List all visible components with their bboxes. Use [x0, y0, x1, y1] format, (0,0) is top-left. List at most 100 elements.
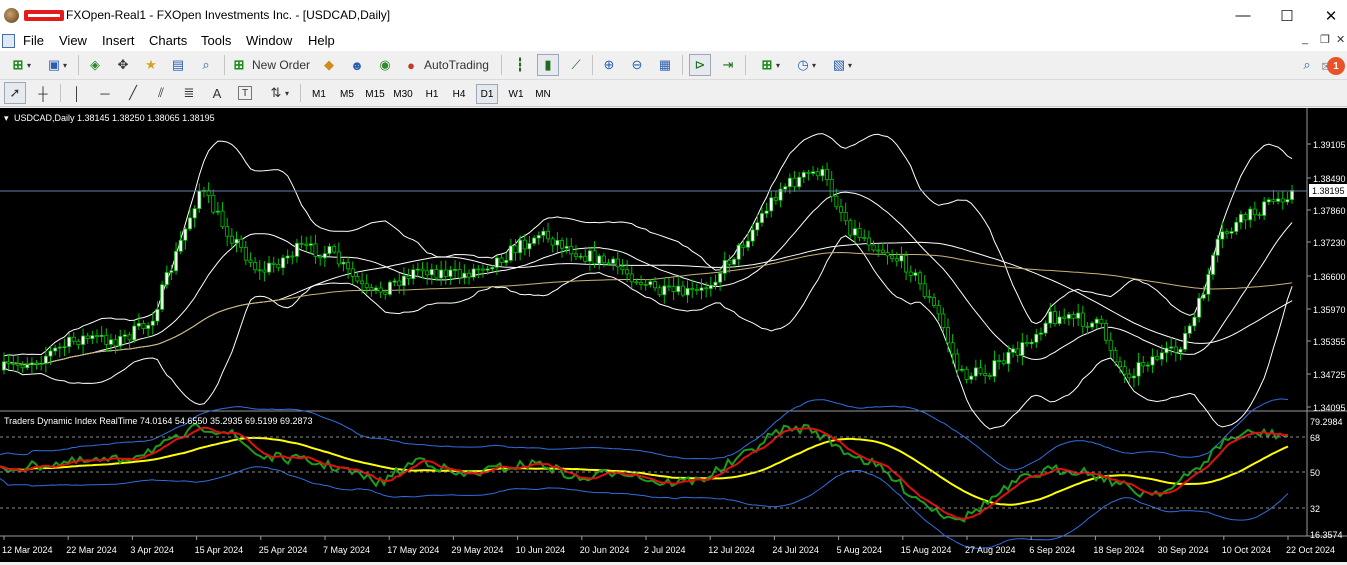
bear-candle — [550, 238, 555, 246]
menu-charts[interactable]: Charts — [149, 33, 187, 48]
timeframe-h1[interactable]: H1 — [421, 84, 443, 104]
timeframe-mn[interactable]: MN — [531, 84, 555, 104]
options-button[interactable]: ☻ — [346, 54, 368, 76]
autotrading-button[interactable]: ● AutoTrading — [402, 54, 494, 76]
signals-button[interactable]: ◉ — [374, 54, 396, 76]
bull-candle — [718, 272, 723, 283]
date-tick-label: 2 Jul 2024 — [644, 545, 686, 555]
chart-shift-button[interactable]: ⇥ — [717, 54, 739, 76]
new-chart-button[interactable]: ⊞ ▾ — [4, 54, 36, 76]
bear-candle — [546, 230, 551, 240]
bear-candle — [290, 255, 295, 258]
bear-candle — [1104, 323, 1109, 341]
date-tick-label: 29 May 2024 — [451, 545, 503, 555]
date-tick-label: 10 Jun 2024 — [516, 545, 566, 555]
timeframe-w1[interactable]: W1 — [504, 84, 528, 104]
new-order-button[interactable]: ⊞ New Order — [230, 54, 314, 76]
profiles-button[interactable]: ▣ ▾ — [40, 54, 72, 76]
equidistant-channel-button[interactable]: ⫽ — [150, 82, 172, 104]
data-window-button[interactable]: ▤ — [167, 54, 189, 76]
price-chart[interactable]: 1.38195 ▾ USDCAD,Daily 1.38145 1.38250 1… — [0, 108, 1347, 562]
menu-file[interactable]: File — [23, 33, 44, 48]
date-tick-label: 5 Aug 2024 — [837, 545, 883, 555]
bear-candle — [457, 269, 462, 279]
mdi-restore-button[interactable]: ❐ — [1320, 33, 1330, 46]
bear-candle — [615, 258, 620, 268]
timeframe-d1[interactable]: D1 — [476, 84, 498, 104]
fibonacci-button[interactable]: ≣ — [178, 82, 200, 104]
menu-insert[interactable]: Insert — [102, 33, 135, 48]
bull-candle — [387, 281, 392, 295]
horizontal-line-button[interactable]: ─ — [94, 82, 116, 104]
timeframe-h4[interactable]: H4 — [448, 84, 470, 104]
date-tick-label: 12 Jul 2024 — [708, 545, 755, 555]
menu-window[interactable]: Window — [246, 33, 292, 48]
bull-candle — [722, 260, 727, 274]
vertical-line-button[interactable]: │ — [66, 82, 88, 104]
navigator-button[interactable]: ✥ — [112, 54, 134, 76]
bull-candle — [490, 266, 495, 270]
zoom-in-button[interactable]: ⊕ — [598, 54, 620, 76]
bear-candle — [11, 362, 16, 365]
chart-window[interactable]: 1.38195 ▾ USDCAD,Daily 1.38145 1.38250 1… — [0, 108, 1347, 562]
search-button[interactable]: ⌕ — [1298, 54, 1316, 76]
candlestick-button[interactable]: ▮ — [537, 54, 559, 76]
close-button[interactable]: ✕ — [1308, 0, 1347, 31]
auto-scroll-button[interactable]: ⊳ — [689, 54, 711, 76]
bull-candle — [373, 287, 378, 291]
bear-candle — [857, 228, 862, 238]
timeframe-m5[interactable]: M5 — [336, 84, 358, 104]
line-chart-button[interactable]: ⟋ — [565, 54, 587, 76]
market-watch-icon: ◈ — [90, 57, 100, 72]
tile-icon: ▦ — [658, 57, 672, 72]
bar-chart-button[interactable]: ┇ — [509, 54, 531, 76]
cursor-button[interactable]: ➚ — [4, 82, 26, 104]
periods-button[interactable]: ◷ ▾ — [789, 54, 821, 76]
menu-help[interactable]: Help — [308, 33, 335, 48]
bull-candle — [1090, 322, 1095, 328]
strategy-tester-button[interactable]: ⌕ — [195, 54, 217, 76]
date-tick-label: 12 Mar 2024 — [2, 545, 53, 555]
templates-button[interactable]: ▧ ▾ — [825, 54, 857, 76]
mdi-minimize-button[interactable]: _ — [1302, 33, 1308, 45]
zoom-out-button[interactable]: ⊖ — [626, 54, 648, 76]
bear-candle — [1062, 316, 1067, 319]
notification-badge[interactable]: 1 — [1327, 57, 1345, 75]
bear-candle — [397, 280, 402, 286]
bull-candle — [662, 285, 667, 296]
chart-window-icon[interactable] — [2, 34, 15, 48]
date-tick-label: 15 Aug 2024 — [901, 545, 952, 555]
bull-candle — [1234, 221, 1239, 232]
text-button[interactable]: A — [206, 82, 228, 104]
bear-candle — [332, 246, 337, 253]
crosshair-button[interactable]: ┼ — [32, 82, 54, 104]
bear-candle — [657, 287, 662, 296]
arrows-button[interactable]: ⇅ ▾ — [262, 82, 294, 104]
new-chart-icon: ⊞ — [12, 57, 24, 72]
bear-candle — [229, 235, 234, 244]
market-watch-button[interactable]: ◈ — [84, 54, 106, 76]
timeframe-m1[interactable]: M1 — [308, 84, 330, 104]
bull-candle — [597, 255, 602, 265]
menu-tools[interactable]: Tools — [201, 33, 231, 48]
chart-dropdown-icon[interactable]: ▾ — [4, 113, 9, 123]
indicators-button[interactable]: ⊞ ▾ — [753, 54, 785, 76]
trendline-button[interactable]: ╱ — [122, 82, 144, 104]
favorites-button[interactable]: ★ — [140, 54, 162, 76]
timeframe-m15[interactable]: M15 — [363, 84, 387, 104]
bear-candle — [378, 287, 383, 293]
bull-candle — [732, 258, 737, 265]
bull-candle — [1201, 293, 1206, 299]
history-center-button[interactable]: ◆ — [318, 54, 340, 76]
toolbar-separator — [300, 84, 301, 102]
maximize-button[interactable]: ☐ — [1264, 0, 1310, 31]
mdi-close-button[interactable]: ✕ — [1336, 33, 1345, 46]
timeframe-m30[interactable]: M30 — [391, 84, 415, 104]
bull-candle — [1145, 364, 1150, 367]
menu-view[interactable]: View — [59, 33, 87, 48]
tile-windows-button[interactable]: ▦ — [654, 54, 676, 76]
bull-candle — [1034, 333, 1039, 343]
minimize-button[interactable]: — — [1220, 0, 1266, 31]
text-label-button[interactable]: T — [234, 82, 256, 104]
strategy-tester-icon: ⌕ — [202, 57, 210, 72]
